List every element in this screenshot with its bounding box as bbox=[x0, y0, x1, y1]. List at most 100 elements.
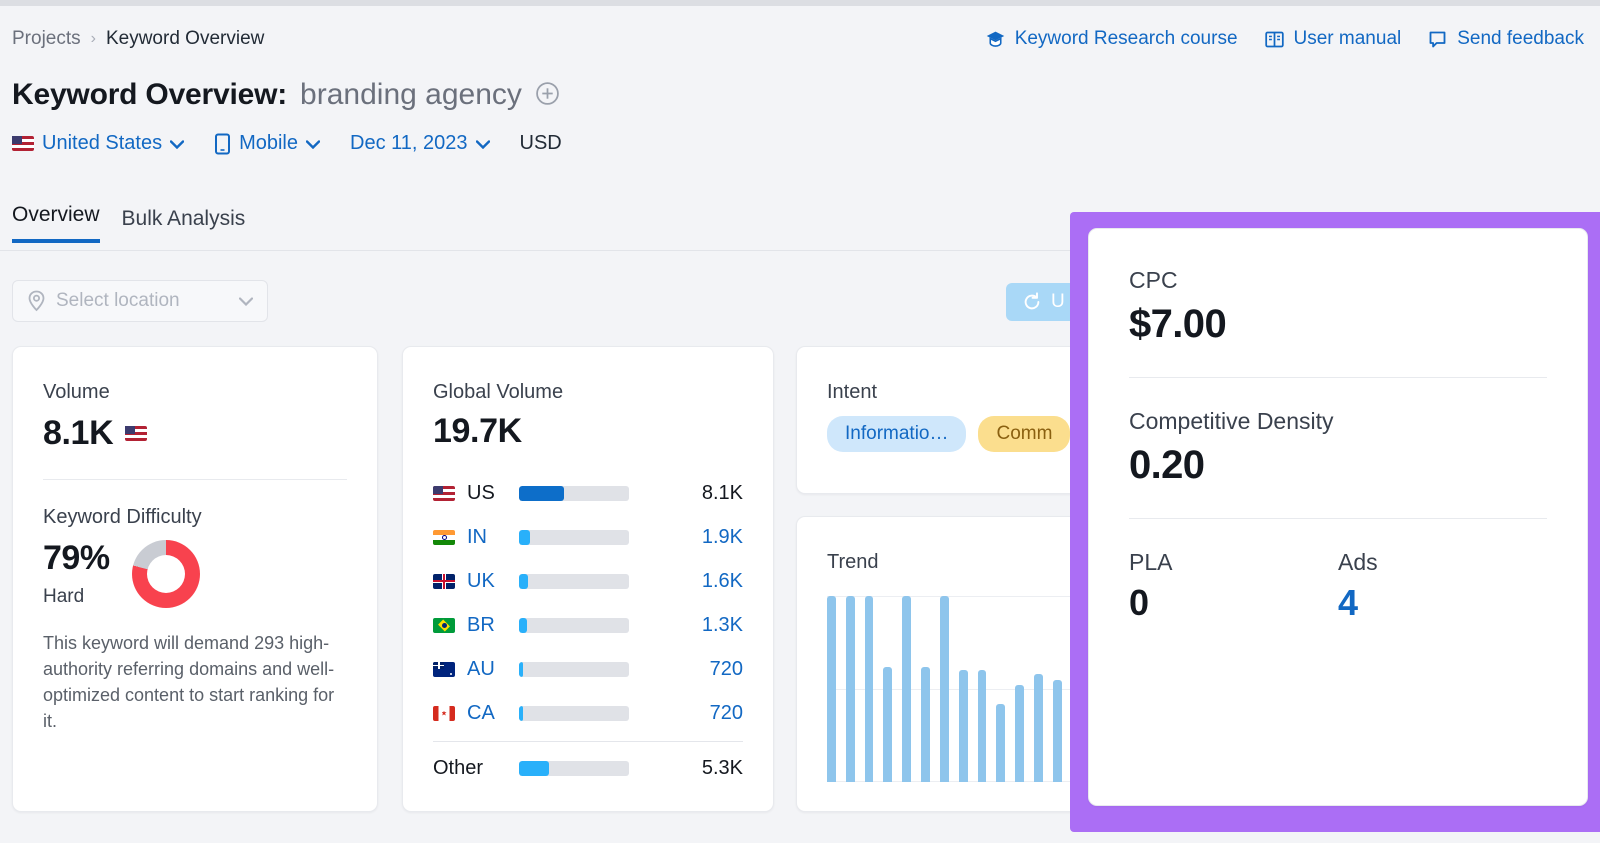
date-label: Dec 11, 2023 bbox=[350, 132, 468, 154]
currency-label: USD bbox=[520, 132, 562, 155]
trend-bar bbox=[996, 703, 1006, 782]
uk-flag-icon bbox=[433, 573, 455, 589]
ads-label: Ads bbox=[1338, 549, 1378, 575]
chevron-down-icon bbox=[239, 296, 253, 306]
country-volume-value[interactable]: 720 bbox=[683, 658, 743, 681]
global-volume-value: 19.7K bbox=[433, 412, 522, 450]
breadcrumb-separator-icon: › bbox=[90, 30, 96, 47]
cpc-value: $7.00 bbox=[1129, 302, 1227, 346]
global-volume-row[interactable]: IN 1.9K bbox=[433, 515, 743, 559]
country-code[interactable]: UK bbox=[467, 570, 519, 593]
pla-value: 0 bbox=[1129, 582, 1150, 623]
chevron-down-icon bbox=[170, 140, 185, 149]
global-volume-row[interactable]: BR 1.3K bbox=[433, 603, 743, 647]
book-icon bbox=[1264, 31, 1284, 47]
add-keyword-button[interactable] bbox=[535, 81, 560, 111]
user-manual-link[interactable]: User manual bbox=[1264, 28, 1402, 50]
volume-label: Volume bbox=[43, 381, 110, 403]
currency-value: USD bbox=[519, 132, 562, 154]
user-manual-label: User manual bbox=[1293, 28, 1402, 49]
cpc-label: CPC bbox=[1129, 267, 1178, 293]
speech-bubble-icon bbox=[1429, 31, 1446, 47]
trend-bar bbox=[1015, 685, 1025, 782]
breadcrumb-projects[interactable]: Projects bbox=[12, 28, 81, 50]
send-feedback-label: Send feedback bbox=[1457, 28, 1584, 49]
ca-flag-icon bbox=[433, 705, 455, 721]
country-label: United States bbox=[42, 132, 163, 154]
trend-bar bbox=[958, 670, 968, 782]
location-select[interactable]: Select location bbox=[12, 280, 268, 322]
device-selector[interactable]: Mobile bbox=[214, 132, 320, 155]
page-title-prefix: Keyword Overview: bbox=[12, 78, 288, 111]
keyword-difficulty-label: Keyword Difficulty bbox=[43, 506, 202, 528]
date-selector[interactable]: Dec 11, 2023 bbox=[350, 132, 490, 155]
keyword-research-course-label: Keyword Research course bbox=[1014, 28, 1238, 49]
country-bar-fill bbox=[519, 529, 530, 545]
device-label: Mobile bbox=[239, 132, 298, 154]
global-volume-label: Global Volume bbox=[433, 381, 564, 403]
country-bar-track bbox=[519, 573, 629, 589]
cpc-card: CPC $7.00 Competitive Density 0.20 PLA 0… bbox=[1088, 228, 1588, 806]
country-code[interactable]: CA bbox=[467, 702, 519, 725]
country-flag bbox=[433, 705, 459, 721]
global-volume-row[interactable]: US 8.1K bbox=[433, 471, 743, 515]
app-root: Projects › Keyword Overview Keyword Rese… bbox=[0, 0, 1600, 843]
country-bar-track bbox=[519, 617, 629, 633]
us-flag-icon bbox=[433, 485, 455, 501]
trend-bar bbox=[921, 666, 930, 782]
volume-card: Volume 8.1K Keyword Difficulty 79% Hard … bbox=[12, 346, 378, 812]
country-flag bbox=[433, 573, 459, 589]
map-pin-icon bbox=[28, 290, 45, 312]
country-bar-track bbox=[519, 705, 629, 721]
chevron-down-icon bbox=[306, 140, 320, 149]
ads-value[interactable]: 4 bbox=[1338, 582, 1547, 624]
country-code[interactable]: AU bbox=[467, 658, 519, 681]
intent-chip-informational[interactable]: Informatio… bbox=[827, 416, 967, 452]
country-volume-value[interactable]: 720 bbox=[683, 702, 743, 725]
country-code[interactable]: BR bbox=[467, 614, 519, 637]
breadcrumb-current: Keyword Overview bbox=[105, 28, 265, 49]
global-volume-row[interactable]: CA 720 bbox=[433, 691, 743, 735]
country-flag bbox=[433, 661, 459, 677]
keyword-difficulty-value: 79% bbox=[43, 539, 110, 577]
country-bar-fill bbox=[519, 573, 528, 589]
browser-chrome-strip bbox=[0, 0, 1600, 6]
keyword-difficulty-description: This keyword will demand 293 high-author… bbox=[43, 633, 335, 732]
trend-bar bbox=[977, 670, 987, 782]
intent-chip-commercial[interactable]: Comm bbox=[978, 416, 1071, 452]
trend-bar bbox=[1052, 679, 1062, 782]
country-bar-track bbox=[519, 529, 629, 545]
filters-row: United States Mobile Dec 11, 2023 USD bbox=[12, 132, 562, 155]
country-volume-value[interactable]: 1.3K bbox=[683, 614, 743, 637]
pla-label: PLA bbox=[1129, 549, 1173, 575]
global-volume-list: US 8.1K IN 1.9K UK 1.6K BR 1.3K AU 720 CA 720 bbox=[433, 471, 743, 735]
country-code[interactable]: IN bbox=[467, 526, 519, 549]
au-flag-icon bbox=[433, 661, 455, 677]
keyword-difficulty-row: 79% Hard bbox=[43, 539, 347, 608]
country-selector[interactable]: United States bbox=[12, 132, 185, 155]
global-volume-row[interactable]: UK 1.6K bbox=[433, 559, 743, 603]
page-title: Keyword Overview: branding agency bbox=[12, 78, 560, 112]
other-bar-track bbox=[519, 760, 629, 776]
update-button-label: U bbox=[1051, 291, 1065, 312]
global-volume-row[interactable]: AU 720 bbox=[433, 647, 743, 691]
keyword-difficulty-donut-chart bbox=[131, 539, 200, 608]
other-label: Other bbox=[433, 756, 484, 779]
location-placeholder: Select location bbox=[56, 290, 180, 311]
plus-circle-icon bbox=[536, 82, 559, 105]
send-feedback-link[interactable]: Send feedback bbox=[1427, 28, 1584, 50]
mobile-device-icon bbox=[215, 133, 231, 154]
in-flag-icon bbox=[433, 529, 455, 545]
competitive-density-value: 0.20 bbox=[1129, 443, 1205, 487]
country-flag bbox=[433, 617, 459, 633]
keyword-research-course-link[interactable]: Keyword Research course bbox=[985, 28, 1238, 50]
tab-overview[interactable]: Overview bbox=[12, 203, 100, 243]
country-bar-track bbox=[519, 485, 629, 501]
divider bbox=[1129, 518, 1547, 519]
country-volume-value[interactable]: 1.6K bbox=[683, 570, 743, 593]
global-volume-card: Global Volume 19.7K US 8.1K IN 1.9K UK 1.6K BR… bbox=[402, 346, 774, 812]
tab-bulk-analysis[interactable]: Bulk Analysis bbox=[122, 207, 246, 243]
trend-bar bbox=[939, 596, 949, 782]
country-volume-value[interactable]: 1.9K bbox=[683, 526, 743, 549]
refresh-icon bbox=[1024, 292, 1040, 310]
